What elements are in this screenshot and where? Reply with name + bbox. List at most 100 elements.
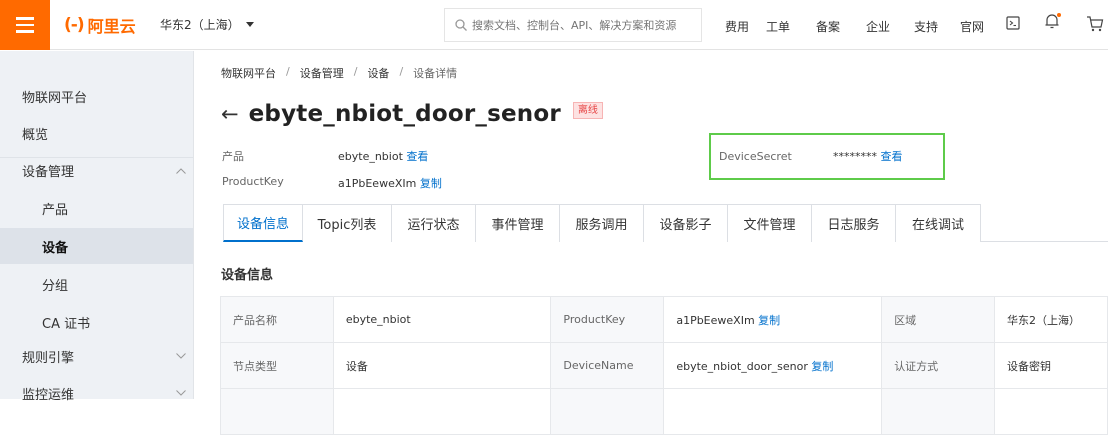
breadcrumb-iot-platform[interactable]: 物联网平台: [221, 65, 276, 81]
nav-icp[interactable]: 备案: [816, 18, 840, 35]
table-label: ProductKey: [550, 296, 665, 343]
productkey-label: ProductKey: [222, 175, 284, 188]
breadcrumb: 物联网平台 / 设备管理 / 设备 / 设备详情: [221, 65, 457, 81]
sidebar-divider: [0, 157, 193, 158]
table-value: 华东2（上海）: [994, 296, 1108, 343]
table-label: 产品名称: [220, 296, 334, 343]
menu-line: [16, 30, 34, 33]
tab-device-shadow[interactable]: 设备影子: [644, 204, 728, 242]
view-devicesecret-link[interactable]: 查看: [881, 150, 903, 163]
copy-devicename-link[interactable]: 复制: [811, 360, 833, 373]
productkey-cell-value: a1PbEeweXIm: [676, 313, 755, 327]
table-value: [994, 388, 1108, 435]
table-label: [550, 388, 665, 435]
bell-icon[interactable]: [1043, 11, 1063, 31]
devicesecret-value-row: ******** 查看: [833, 148, 903, 164]
copy-productkey-link[interactable]: 复制: [758, 314, 780, 327]
table-label: 节点类型: [220, 342, 334, 389]
tab-event-management[interactable]: 事件管理: [476, 204, 560, 242]
sidebar-active-highlight: [0, 228, 193, 264]
table-value: ebyte_nbiot: [332, 296, 552, 343]
table-value: 设备: [332, 342, 552, 389]
table-row: 产品名称 ebyte_nbiot ProductKey a1PbEeweXIm …: [220, 296, 1108, 343]
sidebar-item-rule-engine[interactable]: 规则引擎: [22, 347, 74, 366]
aliyun-logo[interactable]: (-) 阿里云: [64, 13, 136, 37]
nav-enterprise[interactable]: 企业: [866, 18, 890, 35]
table-value: [332, 388, 552, 435]
table-value-cell: ebyte_nbiot_door_senor 复制: [663, 342, 883, 389]
tab-topic-list[interactable]: Topic列表: [303, 204, 392, 242]
nav-fee[interactable]: 费用: [725, 18, 749, 35]
detail-tabs: 设备信息 Topic列表 运行状态 事件管理 服务调用 设备影子 文件管理 日志…: [223, 204, 1108, 242]
copy-productkey-link[interactable]: 复制: [420, 177, 442, 190]
sidebar-item-device-management[interactable]: 设备管理: [22, 161, 74, 180]
table-row: [220, 388, 1108, 435]
devicesecret-label: DeviceSecret: [719, 150, 792, 163]
view-product-link[interactable]: 查看: [406, 150, 428, 163]
nav-support[interactable]: 支持: [914, 18, 938, 35]
table-label: DeviceName: [550, 342, 665, 389]
table-label: [881, 388, 996, 435]
search-box[interactable]: [444, 8, 702, 42]
sidebar-item-ca-certificate[interactable]: CA 证书: [42, 313, 90, 332]
product-value-row: ebyte_nbiot 查看: [338, 148, 428, 164]
sidebar-item-product[interactable]: 产品: [42, 199, 68, 218]
caret-down-icon: [245, 22, 254, 27]
tab-log-service[interactable]: 日志服务: [812, 204, 896, 242]
status-badge: 离线: [572, 101, 603, 119]
devicename-cell-value: ebyte_nbiot_door_senor: [676, 359, 808, 373]
chevron-up-icon[interactable]: [176, 168, 186, 174]
cart-icon[interactable]: [1086, 15, 1104, 33]
breadcrumb-separator: /: [353, 65, 358, 78]
table-label: [220, 388, 334, 435]
menu-line: [16, 17, 34, 20]
table-value-cell: a1PbEeweXIm 复制: [663, 296, 883, 343]
nav-official-site[interactable]: 官网: [960, 18, 984, 35]
page-title: ebyte_nbiot_door_senor: [248, 101, 561, 127]
table-label: 认证方式: [881, 342, 996, 389]
region-label: 华东2（上海）: [160, 18, 240, 32]
logo-mark: (-): [64, 15, 85, 35]
tab-device-info[interactable]: 设备信息: [223, 204, 303, 242]
nav-ticket[interactable]: 工单: [766, 18, 790, 35]
table-label: 区域: [881, 296, 996, 343]
table-value: [663, 388, 883, 435]
search-icon: [455, 19, 467, 31]
product-value: ebyte_nbiot: [338, 150, 403, 163]
breadcrumb-separator: /: [399, 65, 404, 78]
terminal-icon[interactable]: [1006, 15, 1020, 31]
tab-online-debug[interactable]: 在线调试: [896, 204, 981, 242]
breadcrumb-separator: /: [286, 65, 290, 78]
menu-line: [16, 23, 34, 27]
device-info-table: 产品名称 ebyte_nbiot ProductKey a1PbEeweXIm …: [220, 296, 1108, 435]
productkey-value-row: a1PbEeweXIm 复制: [338, 175, 442, 191]
sidebar-item-group[interactable]: 分组: [42, 275, 68, 294]
section-title: 设备信息: [221, 268, 274, 283]
table-row: 节点类型 设备 DeviceName ebyte_nbiot_door_seno…: [220, 342, 1108, 389]
table-value: 设备密钥: [994, 342, 1108, 389]
main-content: 物联网平台 / 设备管理 / 设备 / 设备详情 ← ebyte_nbiot_d…: [195, 51, 1108, 435]
sidebar-title: 物联网平台: [22, 91, 88, 106]
hamburger-menu-button[interactable]: [0, 0, 50, 50]
tab-file-management[interactable]: 文件管理: [728, 204, 812, 242]
sidebar: 物联网平台 概览 设备管理 产品 设备 分组 CA 证书 规则引擎 监控运维: [0, 51, 194, 403]
product-label: 产品: [222, 150, 244, 163]
productkey-value: a1PbEeweXIm: [338, 177, 417, 190]
sidebar-item-monitoring[interactable]: 监控运维: [22, 384, 74, 403]
chevron-down-icon[interactable]: [176, 390, 186, 396]
chevron-down-icon[interactable]: [176, 353, 186, 359]
tab-running-status[interactable]: 运行状态: [392, 204, 476, 242]
tab-service-call[interactable]: 服务调用: [560, 204, 644, 242]
breadcrumb-device-detail: 设备详情: [413, 67, 458, 80]
back-arrow-icon[interactable]: ←: [221, 102, 239, 126]
search-input[interactable]: [472, 18, 692, 32]
breadcrumb-device[interactable]: 设备: [367, 65, 389, 81]
breadcrumb-device-management[interactable]: 设备管理: [300, 65, 344, 81]
sidebar-item-overview[interactable]: 概览: [22, 124, 48, 143]
page-title-row: ← ebyte_nbiot_door_senor 离线: [221, 101, 603, 127]
devicesecret-value: ********: [833, 150, 877, 163]
sidebar-item-device[interactable]: 设备: [42, 237, 68, 256]
region-selector[interactable]: 华东2（上海）: [160, 16, 254, 33]
top-bar: (-) 阿里云 华东2（上海） 费用 工单 备案 企业 支持 官网: [0, 0, 1108, 50]
logo-text: 阿里云: [87, 17, 136, 36]
